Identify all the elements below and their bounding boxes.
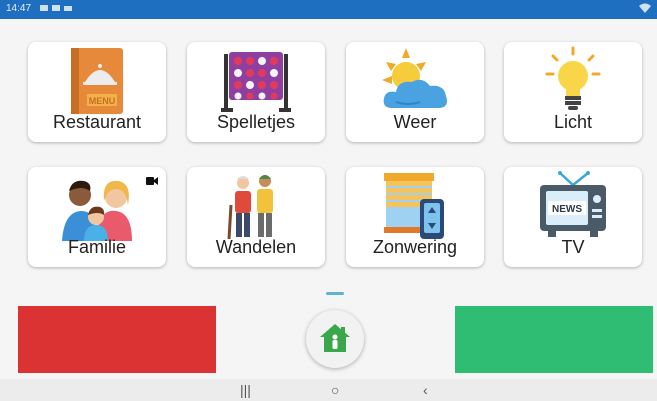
tile-label: Spelletjes	[216, 112, 296, 132]
tile-label: Wandelen	[215, 237, 297, 257]
walking-people-icon	[187, 171, 325, 241]
notification-icon	[40, 5, 72, 11]
video-camera-icon	[146, 177, 158, 185]
tile-label: Zonwering	[372, 237, 458, 257]
restaurant-menu-icon: MENU	[28, 46, 166, 116]
tile-spelletjes[interactable]: Spelletjes	[187, 42, 325, 142]
sunshade-blinds-icon	[346, 171, 484, 241]
lightbulb-icon	[504, 46, 642, 116]
weather-sun-cloud-icon	[346, 46, 484, 116]
home-nav-button[interactable]: ○	[331, 382, 339, 398]
green-action-button[interactable]	[455, 306, 653, 373]
tile-weer[interactable]: Weer	[346, 42, 484, 142]
tile-label: Licht	[553, 112, 593, 132]
tile-wandelen[interactable]: Wandelen	[187, 167, 325, 267]
tile-label: Restaurant	[52, 112, 142, 132]
tile-label: Weer	[393, 112, 437, 132]
status-time: 14:47	[6, 3, 32, 14]
notification-icons	[40, 2, 74, 17]
tile-restaurant[interactable]: MENU Restaurant	[28, 42, 166, 142]
home-icon	[320, 324, 350, 352]
tile-tv[interactable]: NEWS TV	[504, 167, 642, 267]
android-nav-bar: ||| ○ ‹	[0, 379, 657, 401]
tile-familie[interactable]: Familie	[28, 167, 166, 267]
tile-licht[interactable]: Licht	[504, 42, 642, 142]
tile-zonwering[interactable]: Zonwering	[346, 167, 484, 267]
tile-label: Familie	[67, 237, 126, 257]
back-button[interactable]: ‹	[423, 382, 428, 398]
recents-button[interactable]: |||	[240, 382, 251, 398]
red-action-button[interactable]	[18, 306, 216, 373]
svg-text:MENU: MENU	[89, 96, 116, 106]
svg-text:NEWS: NEWS	[552, 204, 582, 215]
wifi-icon	[639, 3, 651, 16]
status-bar: 14:47	[0, 0, 657, 19]
home-button[interactable]	[306, 310, 364, 368]
tv-news-icon: NEWS	[504, 171, 642, 241]
tile-label: TV	[561, 237, 585, 257]
page-indicator	[326, 292, 344, 295]
tile-grid: MENU Restaurant Spelletjes Weer Licht Fa…	[0, 19, 657, 289]
connect-four-icon	[187, 46, 325, 116]
